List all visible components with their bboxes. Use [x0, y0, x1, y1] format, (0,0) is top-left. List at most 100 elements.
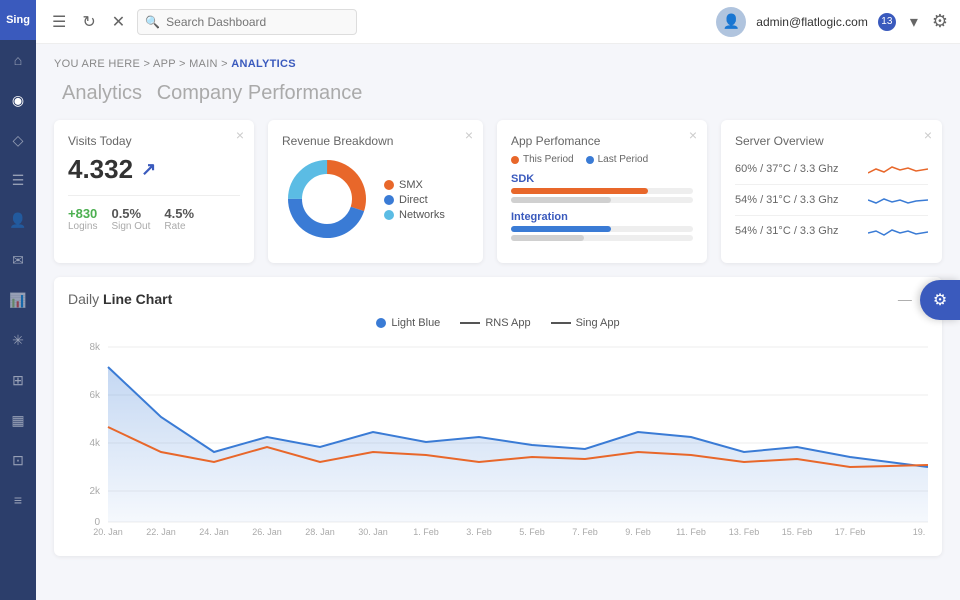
- perf-metric-sdk: SDK: [511, 173, 693, 203]
- server-label-0: 60% / 37°C / 3.3 Ghz: [735, 163, 838, 175]
- perf-title: App Perfomance: [511, 134, 693, 148]
- sidebar-icon-diamond[interactable]: ◇: [0, 122, 36, 158]
- sparkline-0: [868, 159, 928, 179]
- integration-fill-this: [511, 226, 611, 232]
- sidebar-icon-grid[interactable]: ⊞: [0, 362, 36, 398]
- breadcrumb: YOU ARE HERE > App > Main > Analytics: [54, 58, 942, 70]
- sidebar-icon-settings[interactable]: ✳: [0, 322, 36, 358]
- search-wrapper: 🔍: [137, 9, 357, 35]
- chart-title: Daily Line Chart: [68, 291, 172, 307]
- svg-text:2k: 2k: [89, 486, 101, 497]
- main-area: ☰ ↻ ✕ 🔍 👤 admin@flatlogic.com 13 ▾ ⚙ YOU…: [36, 0, 960, 600]
- content: YOU ARE HERE > App > Main > Analytics An…: [36, 44, 960, 600]
- performance-card: × App Perfomance This Period Last Period…: [497, 120, 707, 263]
- app-logo: Sing: [0, 0, 36, 40]
- server-item-1: 54% / 31°C / 3.3 Ghz: [735, 185, 928, 216]
- visits-title: Visits Today: [68, 134, 240, 148]
- period-last: Last Period: [586, 154, 649, 165]
- legend-rns: RNS App: [460, 317, 530, 329]
- sdk-bar-last: [511, 197, 693, 203]
- integration-fill-last: [511, 235, 584, 241]
- svg-text:24. Jan: 24. Jan: [199, 527, 229, 537]
- close-button[interactable]: ✕: [108, 8, 129, 36]
- perf-period: This Period Last Period: [511, 154, 693, 165]
- sidebar-icon-paper[interactable]: ✉: [0, 242, 36, 278]
- sidebar-icon-home[interactable]: ⌂: [0, 42, 36, 78]
- settings-icon[interactable]: ⚙: [932, 11, 948, 32]
- sdk-bar-this: [511, 188, 693, 194]
- revenue-title: Revenue Breakdown: [282, 134, 469, 148]
- stat-logins-val: +830: [68, 206, 97, 221]
- sidebar-icon-chart[interactable]: 📊: [0, 282, 36, 318]
- sdk-label: SDK: [511, 173, 693, 185]
- topbar: ☰ ↻ ✕ 🔍 👤 admin@flatlogic.com 13 ▾ ⚙: [36, 0, 960, 44]
- legend-direct-dot: [384, 195, 394, 205]
- donut-chart: [282, 154, 372, 249]
- svg-text:3. Feb: 3. Feb: [466, 527, 492, 537]
- server-item-0: 60% / 37°C / 3.3 Ghz: [735, 154, 928, 185]
- revenue-card: × Revenue Breakdown: [268, 120, 483, 263]
- chart-legend: Light Blue RNS App Sing App: [68, 317, 928, 329]
- sidebar-icon-dashboard[interactable]: ◉: [0, 82, 36, 118]
- revenue-legend: SMX Direct Networks: [384, 179, 445, 224]
- sdk-fill-this: [511, 188, 648, 194]
- revenue-body: SMX Direct Networks: [282, 154, 469, 249]
- sidebar-icon-list[interactable]: ☰: [0, 162, 36, 198]
- perf-metric-integration: Integration: [511, 211, 693, 241]
- svg-text:28. Jan: 28. Jan: [305, 527, 335, 537]
- visits-number: 4.332 ↗: [68, 154, 240, 185]
- stat-rate-val: 4.5%: [164, 206, 194, 221]
- svg-text:15. Feb: 15. Feb: [782, 527, 813, 537]
- sidebar-icon-bar[interactable]: ▦: [0, 402, 36, 438]
- sidebar: Sing ⌂ ◉ ◇ ☰ 👤 ✉ 📊 ✳ ⊞ ▦ ⊡ ≡: [0, 0, 36, 600]
- chevron-down-icon[interactable]: ▾: [906, 8, 922, 36]
- svg-text:5. Feb: 5. Feb: [519, 527, 545, 537]
- page-title: Analytics Company Performance: [54, 78, 942, 106]
- avatar: 👤: [716, 7, 746, 37]
- sidebar-icon-user[interactable]: 👤: [0, 202, 36, 238]
- svg-text:1. Feb: 1. Feb: [413, 527, 439, 537]
- stat-logins: +830 Logins: [68, 206, 97, 232]
- cards-row: × Visits Today 4.332 ↗ +830 Logins 0.5% …: [54, 120, 942, 263]
- svg-text:20. Jan: 20. Jan: [93, 527, 123, 537]
- chart-header: Daily Line Chart — ×: [68, 291, 928, 307]
- chart-card: Daily Line Chart — × Light Blue RNS App: [54, 277, 942, 556]
- hamburger-button[interactable]: ☰: [48, 8, 70, 36]
- integration-bar-last: [511, 235, 693, 241]
- chart-title-bold: Line Chart: [103, 291, 172, 307]
- legend-sing-dash: [551, 322, 571, 324]
- svg-text:7. Feb: 7. Feb: [572, 527, 598, 537]
- sparkline-2: [868, 221, 928, 241]
- visits-close[interactable]: ×: [236, 128, 244, 142]
- server-title: Server Overview: [735, 134, 928, 148]
- legend-direct: Direct: [384, 194, 445, 206]
- sidebar-icon-dots[interactable]: ⊡: [0, 442, 36, 478]
- integration-label: Integration: [511, 211, 693, 223]
- legend-smx: SMX: [384, 179, 445, 191]
- stat-signout-val: 0.5%: [111, 206, 150, 221]
- revenue-close[interactable]: ×: [465, 128, 473, 142]
- integration-bar-this: [511, 226, 693, 232]
- search-input[interactable]: [137, 9, 357, 35]
- sidebar-icon-menu2[interactable]: ≡: [0, 482, 36, 518]
- refresh-button[interactable]: ↻: [78, 8, 99, 36]
- svg-text:4k: 4k: [89, 438, 101, 449]
- legend-sing: Sing App: [551, 317, 620, 329]
- svg-text:6k: 6k: [89, 390, 101, 401]
- legend-smx-dot: [384, 180, 394, 190]
- sdk-fill-last: [511, 197, 611, 203]
- stat-rate-label: Rate: [164, 221, 194, 232]
- arrow-up-icon: ↗: [141, 159, 156, 180]
- perf-close[interactable]: ×: [689, 128, 697, 142]
- chart-minimize-icon[interactable]: —: [898, 291, 912, 307]
- notification-badge[interactable]: 13: [878, 13, 896, 31]
- legend-networks: Networks: [384, 209, 445, 221]
- visits-card: × Visits Today 4.332 ↗ +830 Logins 0.5% …: [54, 120, 254, 263]
- period-last-dot: [586, 156, 594, 164]
- server-close[interactable]: ×: [924, 128, 932, 142]
- fab-button[interactable]: ⚙: [920, 280, 960, 320]
- stat-logins-label: Logins: [68, 221, 97, 232]
- stat-signout-label: Sign Out: [111, 221, 150, 232]
- stat-signout: 0.5% Sign Out: [111, 206, 150, 232]
- svg-text:11. Feb: 11. Feb: [676, 527, 706, 537]
